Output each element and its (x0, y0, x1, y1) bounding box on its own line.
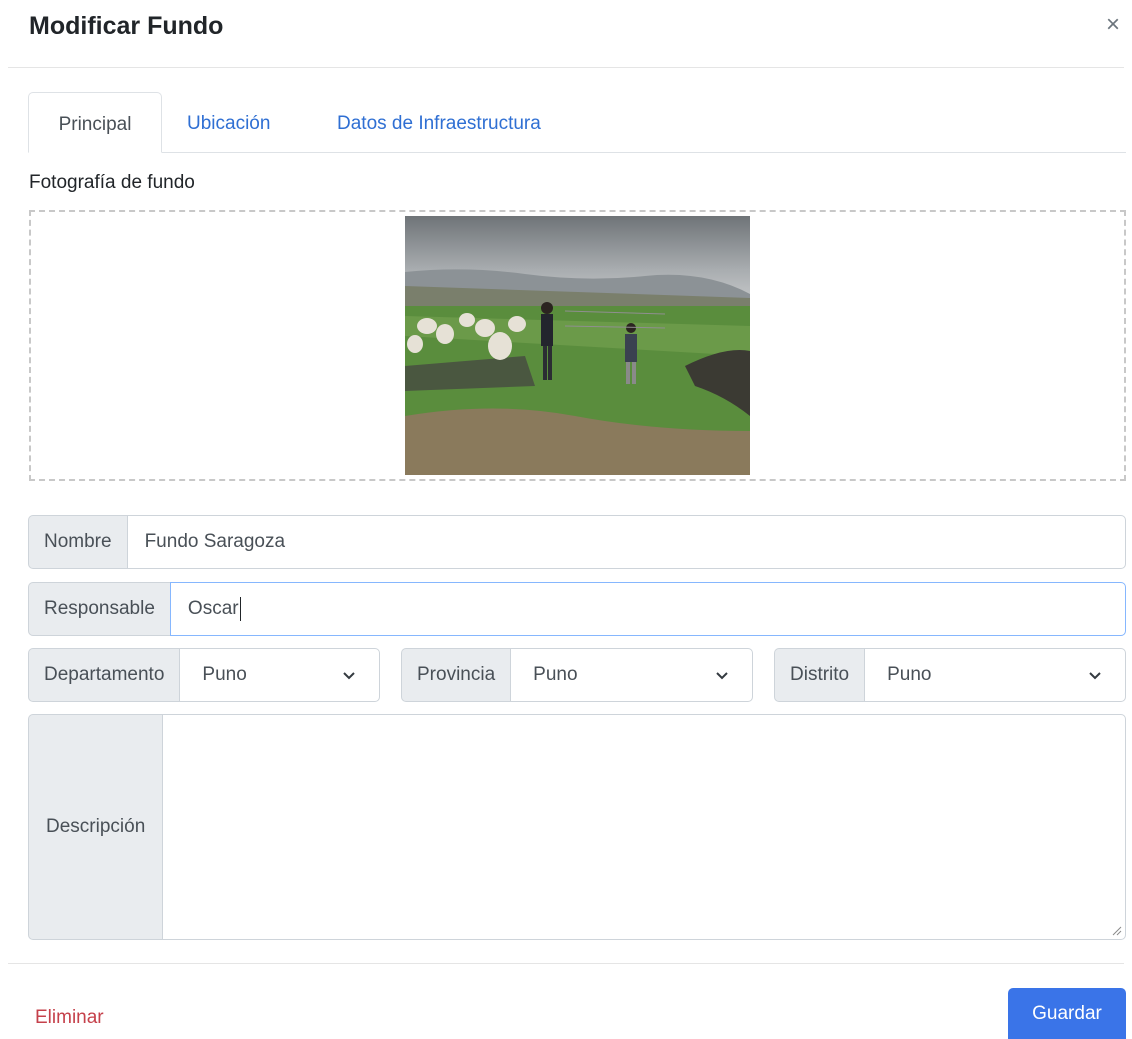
distrito-value: Puno (887, 664, 932, 685)
nombre-label: Nombre (28, 515, 127, 569)
provincia-value: Puno (533, 664, 578, 685)
responsable-input[interactable]: Oscar (169, 582, 1126, 636)
distrito-label: Distrito (774, 648, 865, 702)
tab-ubicacion[interactable]: Ubicación (187, 92, 270, 153)
farm-photo (405, 216, 750, 475)
responsable-label: Responsable (28, 582, 170, 636)
save-button[interactable]: Guardar (1008, 988, 1126, 1039)
responsable-value: Oscar (187, 598, 239, 619)
tab-bar: Principal Ubicación Datos de Infraestruc… (28, 92, 1126, 153)
photo-label: Fotografía de fundo (29, 172, 195, 193)
footer-divider (8, 963, 1124, 964)
photo-dropzone[interactable] (29, 210, 1126, 481)
close-button[interactable]: × (1098, 8, 1128, 42)
header-divider (8, 67, 1124, 68)
chevron-down-icon (716, 672, 728, 680)
nombre-field: Nombre Fundo Saragoza (28, 515, 1126, 569)
resize-grip-icon[interactable] (1110, 924, 1122, 936)
delete-link[interactable]: Eliminar (35, 1005, 104, 1031)
provincia-field: Provincia Puno (401, 648, 753, 702)
descripcion-label: Descripción (28, 714, 163, 940)
nombre-input[interactable]: Fundo Saragoza (126, 515, 1126, 569)
departamento-select[interactable]: Puno (179, 648, 380, 702)
provincia-select[interactable]: Puno (510, 648, 753, 702)
departamento-label: Departamento (28, 648, 180, 702)
distrito-field: Distrito Puno (774, 648, 1126, 702)
modal-title: Modificar Fundo (29, 12, 224, 40)
departamento-field: Departamento Puno (28, 648, 380, 702)
distrito-select[interactable]: Puno (864, 648, 1126, 702)
departamento-value: Puno (202, 664, 247, 685)
responsable-field: Responsable Oscar (28, 582, 1126, 636)
chevron-down-icon (1089, 672, 1101, 680)
text-caret (239, 597, 241, 621)
tab-datos-infraestructura[interactable]: Datos de Infraestructura (337, 92, 541, 153)
tab-principal[interactable]: Principal (28, 92, 162, 153)
descripcion-textarea[interactable] (162, 714, 1126, 940)
descripcion-field: Descripción (28, 714, 1126, 940)
provincia-label: Provincia (401, 648, 511, 702)
chevron-down-icon (343, 672, 355, 680)
